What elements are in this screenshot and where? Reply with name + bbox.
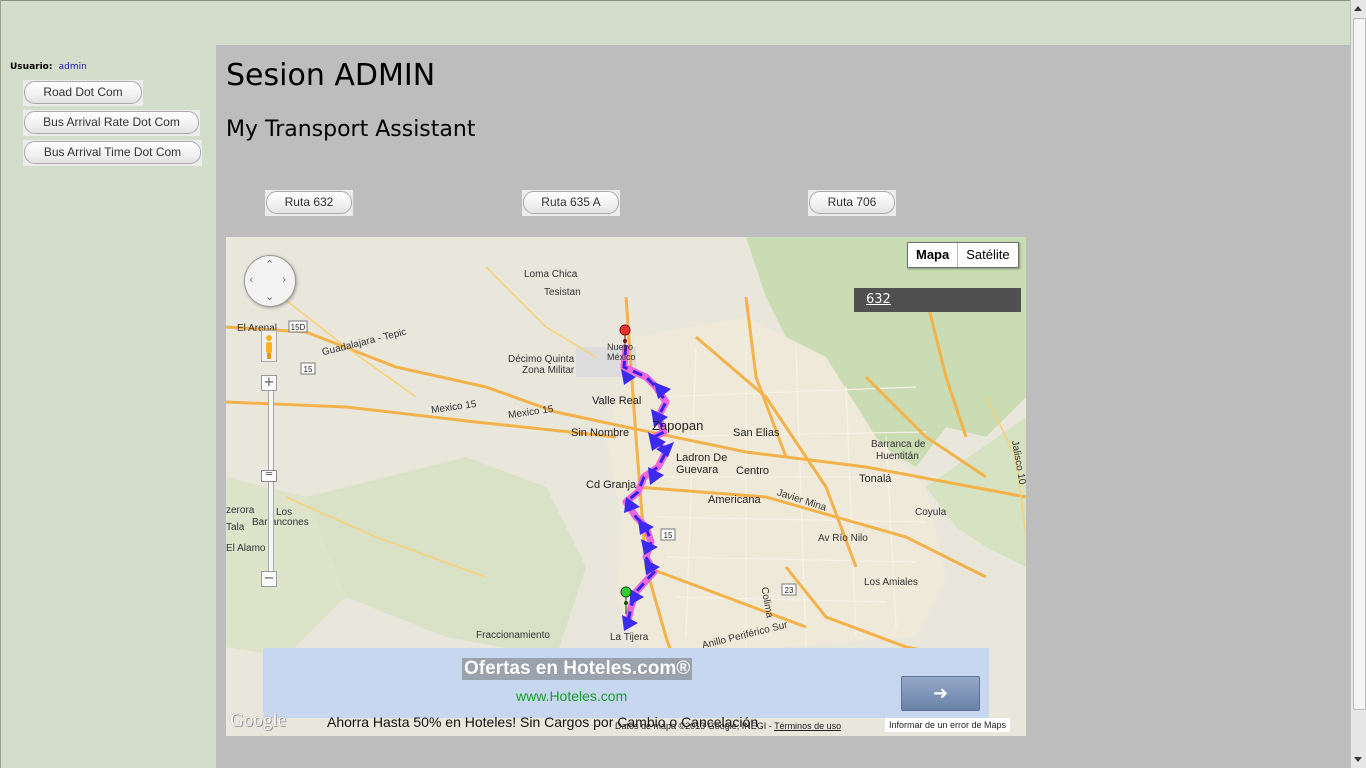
- map-ad-banner[interactable]: Ofertas en Hoteles.com® www.Hoteles.com …: [263, 648, 989, 718]
- ad-arrow-button[interactable]: ➜: [901, 676, 980, 711]
- pan-down-icon[interactable]: ⌄: [265, 290, 274, 303]
- ad-title[interactable]: Ofertas en Hoteles.com®: [462, 658, 693, 680]
- terrain-area: [306, 457, 586, 657]
- map-type-control: Mapa Satélite: [907, 242, 1019, 268]
- map-label: Valle Real: [592, 395, 642, 407]
- map-label: Av Río Nilo: [818, 533, 868, 544]
- map-footer: Datos de mapa ©2013 Google, INEGI - Térm…: [615, 718, 1011, 732]
- map-label: Sin Nombre: [571, 427, 630, 439]
- road-dot-com-button[interactable]: Road Dot Com: [24, 81, 142, 104]
- map-label: San Elias: [733, 427, 780, 439]
- zoom-slider-handle[interactable]: ═: [261, 470, 277, 482]
- page-subtitle: My Transport Assistant: [226, 117, 476, 142]
- vertical-scrollbar[interactable]: [1350, 0, 1366, 768]
- map-label: Coyula: [915, 507, 947, 518]
- map-label: El Alamo: [226, 543, 266, 554]
- zoom-in-button[interactable]: +: [261, 375, 277, 391]
- map-label: Centro: [736, 465, 770, 477]
- map-label: Barranca de: [871, 439, 926, 450]
- map-label: México: [607, 352, 636, 362]
- zoom-out-button[interactable]: −: [261, 571, 277, 587]
- street-view-pegman-icon[interactable]: [261, 330, 277, 362]
- map-label: Zona Militar: [522, 365, 575, 376]
- svg-text:15D: 15D: [291, 323, 306, 332]
- map-label: Décimo Quinta: [508, 354, 575, 365]
- map-data-credit: Datos de mapa ©2013 Google, INEGI -: [615, 721, 772, 731]
- pan-right-icon[interactable]: ›: [282, 273, 286, 286]
- scroll-down-icon[interactable]: [1354, 757, 1362, 762]
- map-label: Guevara: [676, 464, 719, 476]
- map-type-map-button[interactable]: Mapa: [908, 243, 959, 267]
- terrain-area: [926, 417, 1026, 567]
- map-label: Los Amiales: [864, 577, 918, 588]
- map-type-satellite-button[interactable]: Satélite: [958, 243, 1017, 267]
- svg-text:15: 15: [664, 531, 673, 540]
- svg-text:23: 23: [785, 586, 794, 595]
- pan-control[interactable]: ⌃ ⌄ ‹ ›: [244, 255, 296, 307]
- map-label: Tesistan: [544, 287, 581, 298]
- map-label: Huentitán: [876, 451, 919, 462]
- bus-arrival-rate-button[interactable]: Bus Arrival Rate Dot Com: [24, 111, 199, 134]
- top-border: [0, 0, 1350, 1]
- map-label: Tonalá: [859, 473, 892, 485]
- map-label: Tala: [226, 522, 245, 533]
- route-706-button[interactable]: Ruta 706: [809, 191, 895, 214]
- bus-arrival-time-button[interactable]: Bus Arrival Time Dot Com: [24, 141, 201, 164]
- map-label: Zapopan: [652, 418, 704, 433]
- scroll-up-icon[interactable]: [1354, 6, 1362, 11]
- map-label: Americana: [708, 494, 761, 506]
- page-title: Sesion ADMIN: [226, 58, 436, 93]
- user-link[interactable]: admin: [59, 62, 87, 72]
- map-label: Cd Granja: [586, 479, 637, 491]
- arrow-right-icon: ➜: [932, 683, 949, 704]
- route-635a-button[interactable]: Ruta 635 A: [523, 191, 619, 214]
- left-border: [0, 0, 1, 768]
- map-label: Ladron De: [676, 452, 728, 464]
- google-logo[interactable]: Google: [230, 710, 286, 732]
- map-label: zerora: [226, 505, 255, 516]
- svg-text:15: 15: [304, 365, 313, 374]
- route-info-label[interactable]: 632: [854, 288, 1021, 312]
- report-error-link[interactable]: Informar de un error de Maps: [885, 718, 1011, 732]
- map-label: Loma Chica: [524, 269, 578, 280]
- map-label: Barrancones: [252, 517, 309, 528]
- pan-up-icon[interactable]: ⌃: [265, 258, 274, 271]
- terms-link[interactable]: Términos de uso: [774, 721, 841, 731]
- scroll-thumb[interactable]: [1353, 18, 1366, 710]
- google-map[interactable]: 15D 15 15 23 Loma Chica Tesistan El Aren…: [226, 237, 1026, 736]
- user-label: Usuario:: [10, 62, 53, 72]
- route-632-button[interactable]: Ruta 632: [266, 191, 352, 214]
- user-info: Usuario: admin: [10, 62, 87, 72]
- map-label: Fraccionamiento: [476, 630, 550, 641]
- map-label: La Tijera: [610, 632, 649, 643]
- pan-left-icon[interactable]: ‹: [249, 273, 253, 286]
- ad-url[interactable]: www.Hoteles.com: [516, 688, 627, 704]
- map-label: Nuevo: [607, 342, 634, 352]
